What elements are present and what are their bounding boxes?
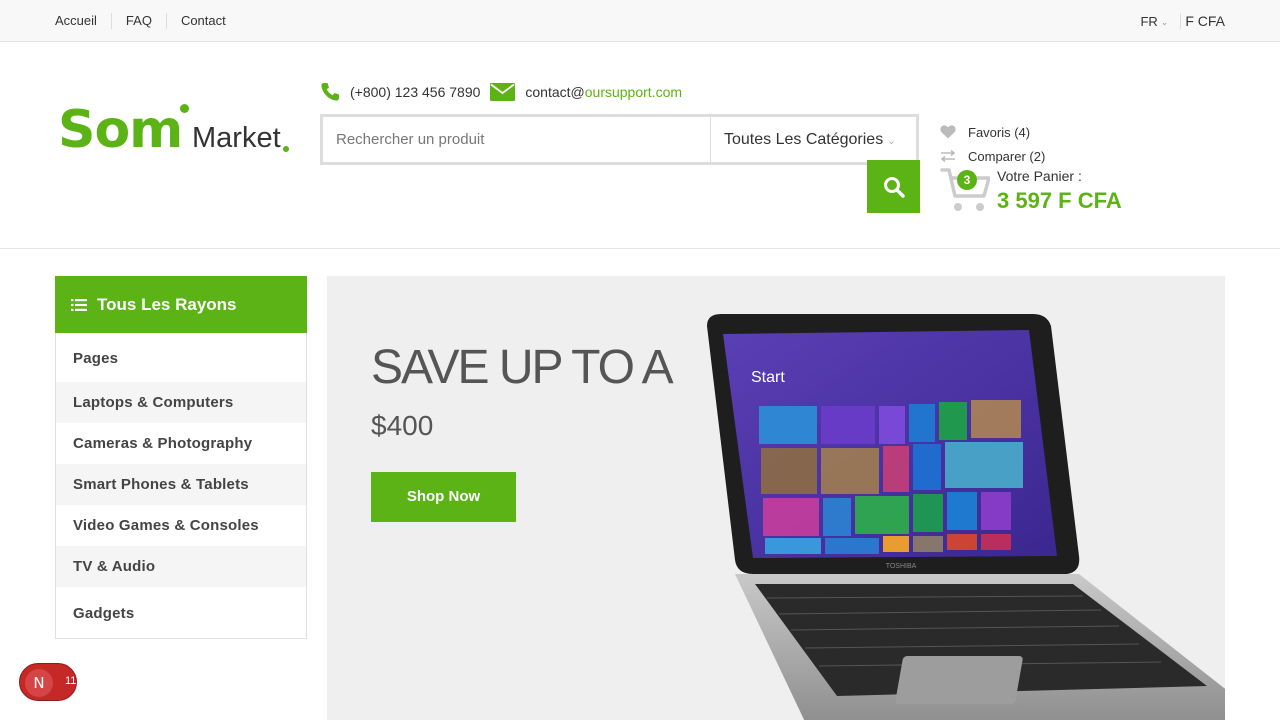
phone-number[interactable]: (+800) 123 456 7890 [350, 84, 480, 100]
notification-badge[interactable]: N 11 [19, 663, 77, 701]
header-links: Favoris (4) Comparer (2) [940, 120, 1045, 168]
departments-list: Pages Laptops & Computers Cameras & Phot… [56, 333, 306, 638]
screen-start-label: Start [751, 369, 785, 386]
site-header: Som Market (+800) 123 456 7890 contact@o… [0, 42, 1280, 249]
departments-menu: Tous Les Rayons Pages Laptops & Computer… [55, 276, 307, 639]
favorites-label: Favoris (4) [968, 124, 1031, 140]
phone-icon [321, 83, 339, 101]
sidebar-item-gadgets[interactable]: Gadgets [56, 587, 306, 638]
badge-count: 11 [65, 675, 77, 687]
cart-label: Votre Panier : [997, 168, 1082, 184]
hero-banner: SAVE UP TO A $400 Shop Now Start TOSHIBA [327, 276, 1225, 720]
logo-dot [180, 104, 189, 113]
banner-price: $400 [371, 410, 434, 441]
nav-link-accueil[interactable]: Accueil [55, 13, 111, 29]
shop-now-button[interactable]: Shop Now [371, 472, 516, 522]
chevron-down-icon: ⌄ [887, 136, 896, 147]
language-label: FR [1140, 13, 1158, 29]
departments-title: Tous Les Rayons [97, 294, 237, 314]
top-nav: Accueil FAQ Contact [55, 13, 240, 29]
contact-info: (+800) 123 456 7890 contact@oursupport.c… [320, 82, 682, 102]
compare-icon [940, 150, 956, 162]
search-button[interactable] [867, 160, 920, 213]
heart-icon [940, 125, 956, 139]
phone-contact: (+800) 123 456 7890 [320, 82, 480, 102]
cart-count-badge: 3 [957, 170, 977, 190]
sidebar-item-tv-audio[interactable]: TV & Audio [56, 546, 306, 587]
logo-secondary: Market [192, 122, 281, 154]
sidebar-item-video-games[interactable]: Video Games & Consoles [56, 505, 306, 546]
mail-icon [490, 83, 516, 101]
nav-link-faq[interactable]: FAQ [110, 13, 166, 29]
cart-total: 3 597 F CFA [997, 188, 1122, 213]
email-contact: contact@oursupport.com [490, 83, 682, 101]
search-icon [883, 176, 905, 198]
currency-selector[interactable]: F CFA [1180, 13, 1225, 29]
sidebar-item-pages[interactable]: Pages [56, 333, 306, 382]
site-logo[interactable]: Som Market [58, 100, 298, 170]
search-bar: Toutes Les Catégories⌄ [320, 114, 919, 165]
list-icon [71, 298, 87, 311]
logo-dot-small [283, 146, 289, 152]
banner-headline: SAVE UP TO A [371, 341, 674, 394]
laptop-brand-label: TOSHIBA [886, 563, 917, 570]
sidebar-item-cameras[interactable]: Cameras & Photography [56, 423, 306, 464]
language-selector[interactable]: FR ⌄ [1140, 14, 1180, 29]
laptop-image: Start TOSHIBA [707, 314, 1225, 720]
sidebar-item-laptops[interactable]: Laptops & Computers [56, 382, 306, 423]
top-right-controls: FR ⌄ F CFA [1140, 13, 1225, 29]
badge-letter: N [25, 669, 53, 697]
departments-header[interactable]: Tous Les Rayons [55, 276, 307, 333]
favorites-link[interactable]: Favoris (4) [940, 120, 1045, 144]
top-bar: Accueil FAQ Contact FR ⌄ F CFA [0, 0, 1280, 42]
nav-link-contact[interactable]: Contact [165, 13, 240, 29]
cart-widget[interactable]: 3 Votre Panier : 3 597 F CFA [940, 164, 1140, 216]
email-prefix: contact@ [525, 84, 585, 100]
email-address[interactable]: contact@oursupport.com [525, 84, 682, 100]
compare-label: Comparer (2) [968, 148, 1046, 164]
search-input[interactable] [323, 117, 709, 162]
category-select-label: Toutes Les Catégories [724, 131, 884, 148]
sidebar-item-smartphones[interactable]: Smart Phones & Tablets [56, 464, 306, 505]
logo-primary: Som [58, 100, 183, 160]
email-domain: oursupport.com [584, 84, 683, 100]
chevron-down-icon: ⌄ [1160, 17, 1169, 27]
category-select[interactable]: Toutes Les Catégories ⌄ [710, 117, 916, 162]
